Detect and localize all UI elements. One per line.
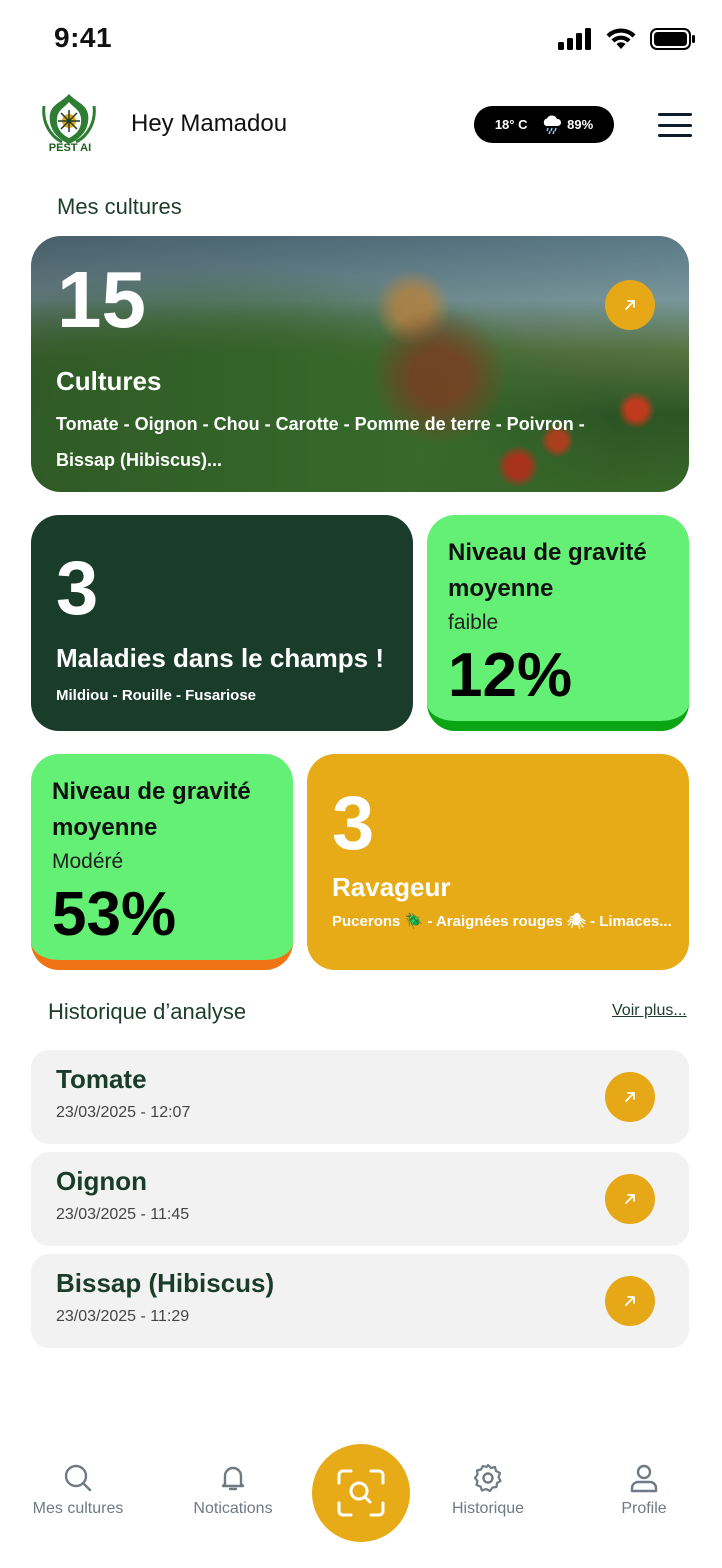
crops-label: Cultures: [56, 366, 162, 396]
crops-count: 15: [57, 255, 146, 344]
history-item-date: 23/03/2025 - 11:29: [56, 1308, 190, 1325]
history-open-button[interactable]: [605, 1276, 655, 1326]
history-item-date: 23/03/2025 - 11:45: [56, 1206, 190, 1223]
nav-label: Mes cultures: [32, 1500, 124, 1517]
temperature-value: 18° C: [494, 117, 528, 132]
crops-list: Tomate - Oignon - Chou - Carotte - Pomme…: [56, 414, 585, 470]
history-open-button[interactable]: [605, 1072, 655, 1122]
history-item-name: Bissap (Hibiscus): [56, 1268, 275, 1298]
nav-item-historique[interactable]: Historique: [418, 1462, 558, 1518]
severity-moderate-percent: 53%: [52, 880, 177, 949]
hero-content: 15 Cultures Tomate - Oignon - Chou - Car…: [31, 236, 689, 492]
pests-card[interactable]: 3 Ravageur Pucerons 🪲 - Araignées rouges…: [307, 754, 689, 970]
history-item[interactable]: Oignon 23/03/2025 - 11:45: [31, 1152, 689, 1246]
history-item-date: 23/03/2025 - 12:07: [56, 1104, 191, 1121]
arrow-up-right-icon: [625, 300, 635, 310]
scan-search-icon: [337, 1469, 385, 1517]
history-item[interactable]: Bissap (Hibiscus) 23/03/2025 - 11:29: [31, 1254, 689, 1348]
humidity-group: 89%: [541, 115, 593, 135]
menu-line: [658, 123, 692, 127]
history-section-title: Historique d’analyse: [48, 999, 247, 1024]
arrow-up-right-icon: [625, 1194, 635, 1204]
cellular-signal-icon: [558, 28, 591, 50]
crops-open-button[interactable]: [605, 280, 655, 330]
diseases-label: Maladies dans le champs !: [56, 643, 385, 673]
see-more-link[interactable]: Voir plus...: [612, 1002, 687, 1020]
bottom-nav: Mes cultures Notications Historique Prof: [0, 1440, 722, 1568]
severity-moderate-card[interactable]: Niveau de gravité moyenne Modéré 53%: [31, 754, 293, 970]
pests-label: Ravageur: [332, 872, 451, 902]
diseases-card[interactable]: 3 Maladies dans le champs ! Mildiou - Ro…: [31, 515, 413, 731]
history-item-name: Oignon: [56, 1166, 147, 1196]
severity-low-title: Niveau de gravité moyenne: [448, 539, 647, 602]
severity-low-level: faible: [448, 611, 499, 634]
status-bar: 9:41: [0, 0, 722, 80]
status-icons: [558, 28, 696, 50]
nav-item-mes-cultures[interactable]: Mes cultures: [8, 1462, 148, 1518]
menu-line: [658, 134, 692, 137]
nav-label: Profile: [621, 1500, 667, 1517]
history-item-name: Tomate: [56, 1064, 147, 1094]
menu-button[interactable]: [658, 110, 692, 140]
diseases-list: Mildiou - Rouille - Fusariose: [56, 687, 257, 704]
severity-low-percent: 12%: [448, 641, 573, 710]
status-time: 9:41: [54, 22, 113, 53]
history-open-button[interactable]: [605, 1174, 655, 1224]
humidity-value: 89%: [567, 117, 594, 132]
logo-text: PEST AI: [48, 142, 92, 154]
nav-label: Notications: [193, 1500, 273, 1517]
gear-icon: [473, 1463, 502, 1493]
user-icon: [630, 1464, 658, 1493]
crops-hero-card[interactable]: 15 Cultures Tomate - Oignon - Chou - Car…: [31, 236, 689, 492]
arrow-up-right-icon: [625, 1296, 635, 1306]
scan-button[interactable]: [312, 1444, 410, 1542]
nav-item-profile[interactable]: Profile: [574, 1462, 714, 1518]
weather-widget[interactable]: 18° C 89%: [474, 106, 614, 143]
nav-label: Historique: [451, 1500, 525, 1517]
battery-icon: [650, 28, 695, 50]
app-header: PEST AI Hey Mamadou 18° C 89%: [0, 88, 722, 164]
history-item[interactable]: Tomate 23/03/2025 - 12:07: [31, 1050, 689, 1144]
crops-section-title: Mes cultures: [57, 194, 182, 219]
menu-line: [658, 113, 692, 116]
nav-item-notifications[interactable]: Notications: [163, 1462, 303, 1518]
arrow-up-right-icon: [625, 1092, 635, 1102]
search-icon: [64, 1464, 92, 1492]
wifi-icon: [606, 28, 636, 49]
pests-list: Pucerons 🪲 - Araignées rouges 🕷 - Limace…: [332, 913, 672, 930]
bell-icon: [221, 1466, 245, 1491]
severity-low-card[interactable]: Niveau de gravité moyenne faible 12%: [427, 515, 689, 731]
greeting-text: Hey Mamadou: [131, 110, 288, 137]
severity-moderate-title: Niveau de gravité moyenne: [52, 778, 251, 841]
severity-moderate-level: Modéré: [52, 850, 124, 873]
diseases-count: 3: [56, 546, 99, 631]
rain-cloud-icon: [543, 115, 562, 134]
pests-count: 3: [332, 781, 375, 866]
